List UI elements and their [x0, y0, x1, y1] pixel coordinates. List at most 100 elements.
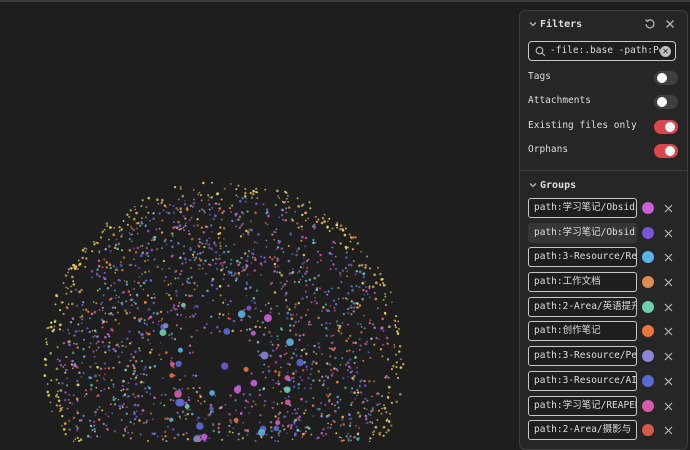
graph-node[interactable]	[129, 249, 132, 252]
graph-node[interactable]	[180, 188, 182, 190]
graph-node[interactable]	[96, 408, 98, 410]
graph-node[interactable]	[330, 260, 332, 262]
graph-node[interactable]	[120, 261, 122, 263]
graph-node[interactable]	[242, 422, 244, 424]
graph-node[interactable]	[235, 410, 237, 412]
graph-node[interactable]	[65, 274, 68, 277]
graph-node[interactable]	[358, 338, 360, 340]
graph-node[interactable]	[179, 207, 182, 210]
graph-node[interactable]	[279, 271, 281, 273]
graph-node[interactable]	[204, 260, 206, 262]
graph-node[interactable]	[146, 332, 148, 334]
graph-node[interactable]	[66, 307, 68, 309]
graph-node[interactable]	[68, 394, 70, 396]
graph-node[interactable]	[298, 270, 300, 272]
graph-node[interactable]	[115, 344, 117, 346]
graph-node[interactable]	[174, 308, 177, 311]
graph-node[interactable]	[370, 414, 372, 416]
graph-node[interactable]	[263, 364, 265, 366]
graph-node[interactable]	[77, 346, 79, 348]
graph-node[interactable]	[149, 220, 151, 222]
graph-node[interactable]	[126, 312, 129, 315]
graph-node[interactable]	[365, 290, 368, 293]
graph-node[interactable]	[284, 397, 286, 399]
graph-node[interactable]	[261, 265, 263, 267]
graph-node[interactable]	[123, 389, 125, 391]
graph-node[interactable]	[102, 322, 104, 324]
graph-node[interactable]	[285, 399, 291, 405]
graph-node[interactable]	[223, 238, 225, 240]
graph-node[interactable]	[302, 275, 304, 277]
graph-node[interactable]	[166, 211, 168, 213]
graph-node[interactable]	[241, 270, 243, 272]
graph-node[interactable]	[72, 264, 75, 267]
graph-node[interactable]	[283, 251, 285, 253]
graph-node[interactable]	[255, 307, 257, 309]
graph-node[interactable]	[119, 407, 121, 409]
graph-node[interactable]	[312, 360, 315, 363]
graph-node[interactable]	[259, 414, 261, 416]
graph-node[interactable]	[177, 242, 180, 245]
graph-node[interactable]	[129, 294, 131, 296]
graph-node[interactable]	[240, 319, 242, 321]
graph-node[interactable]	[160, 342, 162, 344]
graph-node[interactable]	[318, 379, 320, 381]
graph-node[interactable]	[51, 410, 53, 412]
graph-node[interactable]	[396, 330, 398, 332]
graph-node[interactable]	[331, 374, 334, 377]
graph-node[interactable]	[99, 406, 101, 408]
graph-node[interactable]	[95, 302, 97, 304]
graph-node[interactable]	[123, 403, 125, 405]
graph-node[interactable]	[264, 327, 266, 329]
graph-node[interactable]	[46, 391, 49, 394]
graph-node[interactable]	[286, 280, 288, 282]
graph-node[interactable]	[133, 367, 135, 369]
graph-node[interactable]	[209, 214, 211, 216]
graph-node[interactable]	[372, 323, 374, 325]
graph-node[interactable]	[184, 218, 186, 220]
graph-node[interactable]	[240, 330, 242, 332]
graph-node[interactable]	[379, 273, 382, 276]
graph-node[interactable]	[330, 335, 332, 337]
graph-node[interactable]	[287, 425, 290, 428]
graph-node[interactable]	[367, 293, 369, 295]
graph-node[interactable]	[215, 395, 217, 397]
graph-node[interactable]	[396, 361, 398, 363]
graph-node[interactable]	[57, 346, 59, 348]
graph-node[interactable]	[185, 402, 187, 404]
graph-node[interactable]	[245, 197, 247, 199]
graph-node[interactable]	[163, 405, 165, 407]
graph-node[interactable]	[140, 285, 142, 287]
graph-node[interactable]	[147, 259, 149, 261]
graph-node[interactable]	[247, 255, 249, 257]
graph-node[interactable]	[135, 377, 137, 379]
graph-node[interactable]	[356, 371, 358, 373]
graph-node[interactable]	[265, 222, 267, 224]
graph-node[interactable]	[281, 328, 283, 330]
graph-node[interactable]	[104, 351, 106, 353]
graph-node[interactable]	[63, 282, 65, 284]
graph-node[interactable]	[304, 212, 307, 215]
graph-node[interactable]	[343, 440, 345, 442]
graph-node[interactable]	[153, 312, 155, 314]
graph-node[interactable]	[302, 204, 305, 207]
graph-node[interactable]	[186, 280, 188, 282]
graph-node[interactable]	[89, 377, 91, 379]
graph-node[interactable]	[341, 437, 343, 439]
remove-group-icon[interactable]	[661, 349, 675, 363]
graph-node[interactable]	[67, 288, 69, 290]
graph-node[interactable]	[170, 283, 172, 285]
graph-node[interactable]	[62, 366, 64, 368]
graph-node[interactable]	[271, 335, 273, 337]
graph-node[interactable]	[134, 302, 136, 304]
graph-node[interactable]	[395, 373, 397, 375]
graph-node[interactable]	[260, 310, 262, 312]
graph-node[interactable]	[307, 309, 309, 311]
graph-node[interactable]	[181, 388, 183, 390]
graph-node[interactable]	[308, 259, 310, 261]
graph-node[interactable]	[86, 248, 88, 250]
graph-node[interactable]	[243, 393, 245, 395]
graph-node[interactable]	[221, 439, 223, 441]
graph-node[interactable]	[192, 315, 194, 317]
graph-node[interactable]	[244, 407, 246, 409]
